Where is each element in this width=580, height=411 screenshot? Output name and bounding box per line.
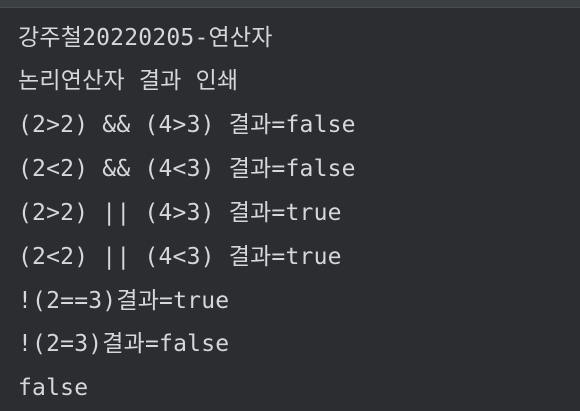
- console-line: 강주철20220205-연산자: [18, 25, 273, 51]
- console-line: (2<2) && (4<3) 결과=false: [18, 156, 356, 182]
- console-line: !(2==3)결과=true: [18, 288, 230, 314]
- console-line: 논리연산자 결과 인쇄: [18, 68, 239, 94]
- top-toolbar-strip: [0, 0, 580, 8]
- console-line: (2>2) || (4>3) 결과=true: [18, 200, 342, 226]
- console-line: (2<2) || (4<3) 결과=true: [18, 244, 342, 270]
- console-line: !(2=3)결과=false: [18, 331, 230, 357]
- console-line: false: [18, 375, 89, 401]
- console-output[interactable]: 강주철20220205-연산자 논리연산자 결과 인쇄 (2>2) && (4>…: [0, 8, 580, 411]
- console-line: (2>2) && (4>3) 결과=false: [18, 112, 356, 138]
